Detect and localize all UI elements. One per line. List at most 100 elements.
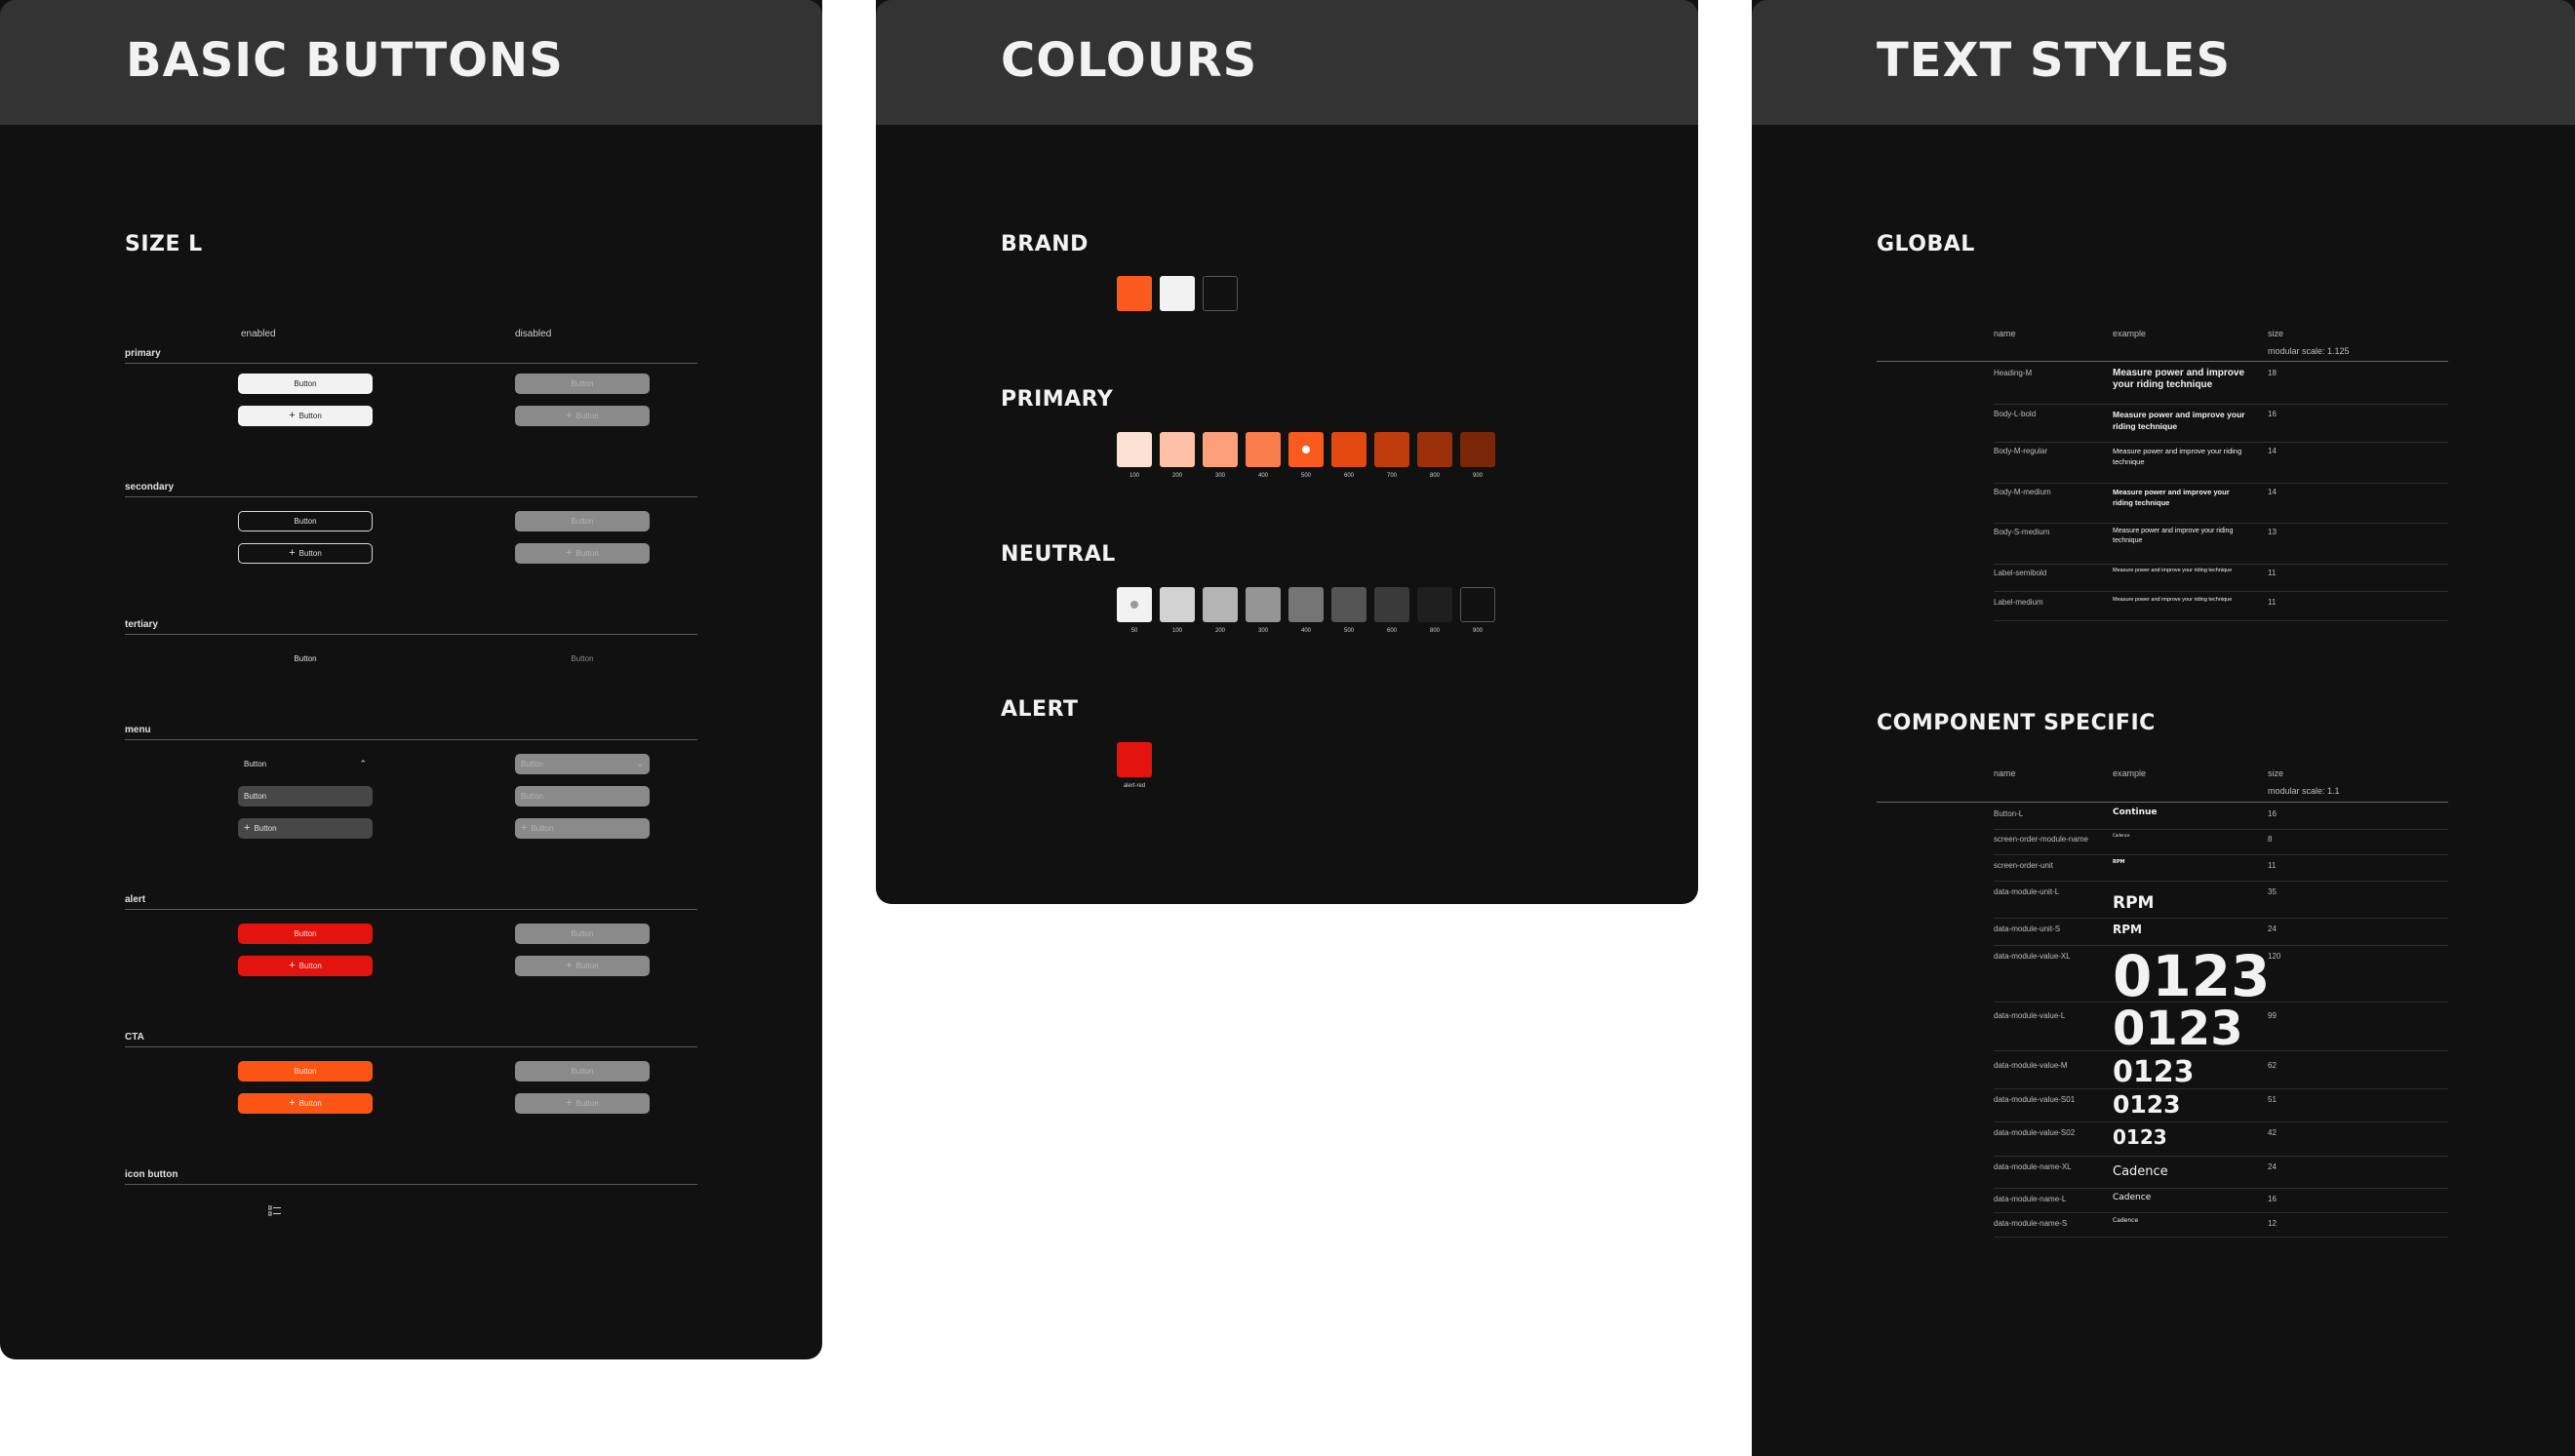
style-example: 0123 [2113,1002,2243,1056]
menu-item-icon-button[interactable]: + Button [238,818,373,839]
style-size: 62 [2268,1061,2277,1070]
primary-swatch[interactable] [1417,432,1452,467]
primary-icon-button[interactable]: + Button [238,406,373,426]
button-label: Button [298,962,322,970]
style-example: RPM [2113,923,2142,936]
tertiary-button[interactable]: Button [238,649,373,669]
menu-item-button[interactable]: Button [238,786,373,807]
swatch-label: 600 [1386,628,1397,634]
primary-button[interactable]: Button [238,374,373,394]
alert-icon-button[interactable]: + Button [238,956,373,976]
button-label: Button [571,1067,594,1076]
plus-icon: + [289,1097,296,1109]
row-divider [1994,591,2448,592]
alert-button[interactable]: Button [238,924,373,944]
row-divider [1994,854,2448,855]
style-size: 24 [2268,1162,2277,1171]
primary-swatch[interactable] [1160,432,1195,467]
swatch-label: 900 [1472,628,1483,634]
plus-icon: + [566,410,573,421]
button-label: Button [294,929,317,938]
neutral-swatch[interactable] [1331,587,1367,622]
button-label: Button [294,1067,317,1076]
divider [125,634,697,635]
row-divider [1994,829,2448,830]
row-divider [1994,1088,2448,1089]
style-example: 0123 [2113,1125,2167,1149]
neutral-swatch[interactable] [1417,587,1452,622]
row-divider [1994,404,2448,405]
alert-title: ALERT [1001,697,1079,722]
style-size: 14 [2268,488,2277,496]
cta-icon-button[interactable]: + Button [238,1093,373,1114]
button-label: Button [571,929,594,938]
button-label: Button [294,654,317,663]
group-label-menu: menu [125,725,151,735]
component-title: COMPONENT SPECIFIC [1877,711,2156,735]
secondary-icon-button[interactable]: + Button [238,543,373,564]
row-divider [1994,881,2448,882]
divider [1877,802,2448,803]
alert-button-disabled: Button [515,924,650,944]
style-size: 18 [2268,369,2277,377]
menu-button-open[interactable]: Button ⌃ [238,754,373,774]
neutral-swatch[interactable] [1203,587,1238,622]
style-size: 13 [2268,528,2277,536]
alert-swatch[interactable] [1117,742,1152,777]
style-name: Body-S-medium [1994,528,2050,536]
secondary-button[interactable]: Button [238,511,373,531]
swatch-label: 400 [1257,473,1268,479]
neutral-swatch[interactable] [1288,587,1324,622]
button-label: Button [575,549,599,558]
selected-dot-icon [1130,601,1138,609]
tertiary-button-disabled: Button [515,649,650,669]
style-size: 16 [2268,809,2277,818]
list-icon[interactable] [267,1203,282,1216]
swatch-label: 200 [1171,473,1182,479]
column-name-label: name [1994,329,2016,338]
plus-icon: + [244,822,251,834]
plus-icon: + [289,410,296,421]
style-name: Button-L [1994,809,2024,818]
neutral-swatch[interactable] [1374,587,1409,622]
panel-header: COLOURS [876,0,1698,125]
brand-swatch[interactable] [1203,276,1238,311]
primary-swatch[interactable] [1374,432,1409,467]
style-name: Body-M-medium [1994,488,2051,496]
style-example: 0123 [2113,1090,2181,1119]
group-label-alert: alert [125,894,146,905]
primary-swatch[interactable] [1331,432,1367,467]
button-label: Button [298,412,322,420]
style-size: 8 [2268,835,2273,844]
plus-icon: + [289,960,296,971]
primary-swatch[interactable] [1460,432,1495,467]
style-example: RPM [2113,859,2125,865]
neutral-swatch[interactable] [1160,587,1195,622]
neutral-swatch[interactable] [1246,587,1281,622]
cta-button[interactable]: Button [238,1061,373,1082]
button-label: Button [531,824,554,833]
neutral-swatch[interactable] [1460,587,1495,622]
column-example-label: example [2113,329,2147,338]
row-divider [1994,1212,2448,1213]
style-name: data-module-value-L [1994,1011,2066,1020]
chevron-down-icon: ⌄ [636,759,644,768]
primary-swatch[interactable] [1288,432,1324,467]
button-label: Button [575,962,599,970]
brand-swatch[interactable] [1117,276,1152,311]
column-size-label: size [2268,329,2284,338]
secondary-button-disabled: Button [515,511,650,531]
menu-item-button-disabled: Button [515,786,650,807]
primary-swatch[interactable] [1203,432,1238,467]
row-divider [1994,1156,2448,1157]
neutral-swatch[interactable] [1117,587,1152,622]
primary-swatch[interactable] [1246,432,1281,467]
row-divider [1994,1050,2448,1051]
primary-swatch[interactable] [1117,432,1152,467]
panel-title: COLOURS [1001,33,1258,88]
global-title: GLOBAL [1877,232,1975,256]
group-label-cta: CTA [125,1032,144,1043]
style-name: data-module-name-S [1994,1219,2068,1228]
brand-swatch[interactable] [1160,276,1195,311]
text-styles-panel: TEXT STYLES GLOBAL name example size mod… [1752,0,2575,1456]
